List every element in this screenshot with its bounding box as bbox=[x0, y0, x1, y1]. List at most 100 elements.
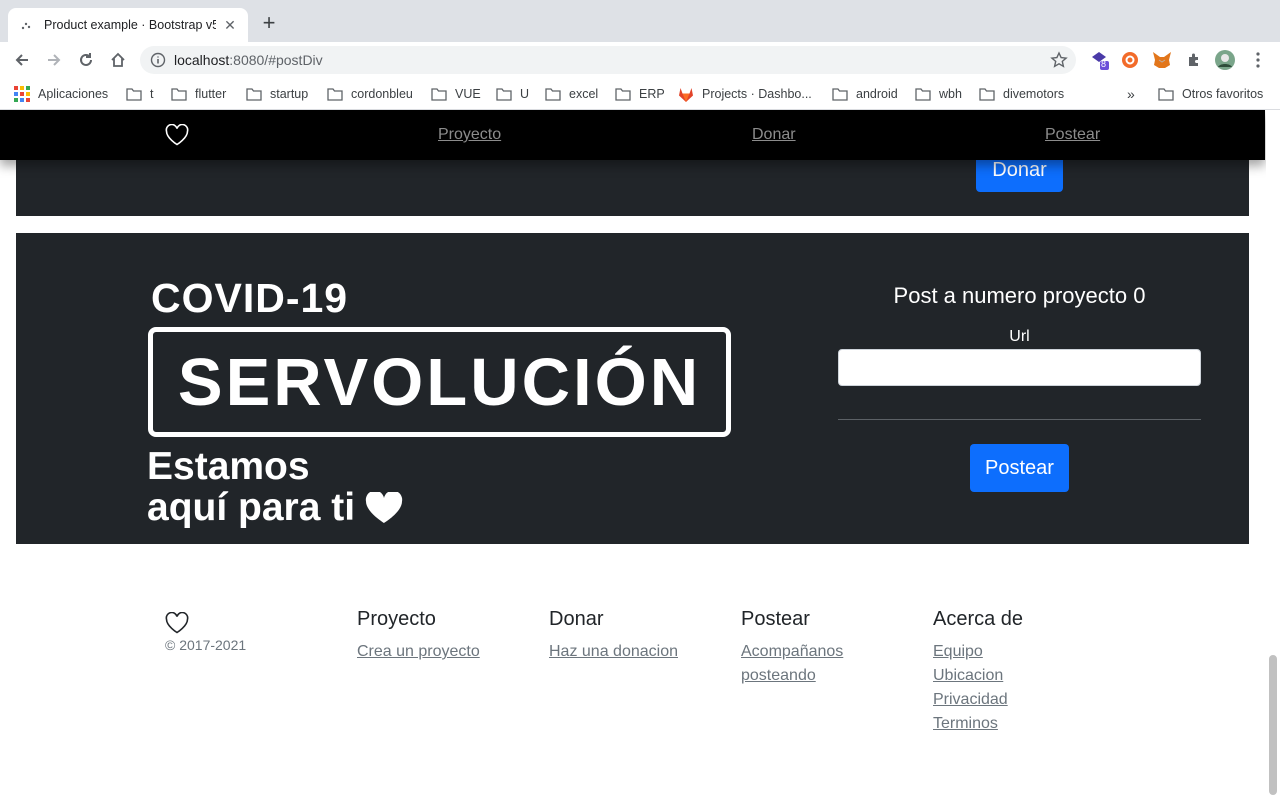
bookmark-label: cordonbleu bbox=[351, 87, 413, 101]
footer-column-donar: Donar Haz una donacion bbox=[549, 608, 678, 664]
bookmark-folder-t[interactable]: t bbox=[126, 85, 153, 103]
extension-badge-icon[interactable]: 8 bbox=[1089, 50, 1109, 70]
footer-column-title: Donar bbox=[549, 608, 604, 630]
extension-badge-count: 8 bbox=[1101, 59, 1107, 69]
bookmarks-overflow-button[interactable]: » bbox=[1127, 85, 1135, 103]
browser-toolbar: localhost:8080/#postDiv 8 bbox=[0, 42, 1280, 78]
site-info-icon[interactable] bbox=[150, 52, 166, 68]
home-button[interactable] bbox=[106, 48, 130, 72]
folder-icon bbox=[246, 87, 262, 101]
browser-menu-icon[interactable] bbox=[1248, 50, 1268, 70]
footer-link-haz-donacion[interactable]: Haz una donacion bbox=[549, 640, 678, 664]
bookmark-label: Projects · Dashbo... bbox=[702, 87, 812, 101]
folder-icon bbox=[615, 87, 631, 101]
heart-logo-icon[interactable] bbox=[165, 124, 189, 146]
reload-icon bbox=[80, 53, 92, 66]
profile-avatar[interactable] bbox=[1215, 50, 1235, 70]
bookmark-label: U bbox=[520, 87, 530, 101]
bookmarks-bar: Aplicaciones t flutter startup cordonble… bbox=[0, 78, 1280, 110]
folder-icon bbox=[496, 87, 512, 101]
footer-column-title: Proyecto bbox=[357, 608, 436, 630]
url-path: :8080/#postDiv bbox=[229, 52, 323, 68]
forward-button[interactable] bbox=[42, 48, 66, 72]
bookmark-folder-divemotors[interactable]: divemotors bbox=[979, 85, 1064, 103]
footer-link-privacidad[interactable]: Privacidad bbox=[933, 688, 1023, 712]
bookmark-label: ERP bbox=[639, 87, 665, 101]
url-input[interactable] bbox=[838, 349, 1201, 386]
bookmark-folder-startup[interactable]: startup bbox=[246, 85, 308, 103]
bookmark-label: startup bbox=[270, 87, 309, 101]
address-bar[interactable]: localhost:8080/#postDiv bbox=[140, 46, 1076, 74]
bookmark-folder-excel[interactable]: excel bbox=[545, 85, 598, 103]
folder-icon bbox=[545, 87, 561, 101]
extensions-puzzle-icon[interactable] bbox=[1184, 50, 1204, 70]
footer-link-equipo[interactable]: Equipo bbox=[933, 640, 1023, 664]
bookmark-label: Otros favoritos bbox=[1182, 87, 1264, 101]
home-icon bbox=[111, 52, 125, 67]
post-form: Post a numero proyecto 0 Url Postear bbox=[838, 233, 1201, 544]
bookmark-star-icon[interactable] bbox=[1050, 51, 1068, 69]
tab-title: Product example · Bootstrap v5 bbox=[44, 18, 216, 32]
folder-icon bbox=[327, 87, 343, 101]
postear-submit-button[interactable]: Postear bbox=[970, 444, 1069, 492]
apps-grid-icon bbox=[14, 86, 30, 102]
bookmark-folder-flutter[interactable]: flutter bbox=[171, 85, 226, 103]
bookmark-label: excel bbox=[569, 87, 599, 101]
url-host: localhost bbox=[174, 52, 230, 68]
forward-arrow-icon bbox=[48, 54, 61, 66]
bookmark-gitlab-projects[interactable]: Projects · Dashbo... bbox=[678, 85, 812, 103]
folder-icon bbox=[431, 87, 447, 101]
bookmark-label: android bbox=[856, 87, 898, 101]
banner-covid-heading: COVID-19 bbox=[151, 275, 349, 321]
bookmark-label: Aplicaciones bbox=[38, 87, 109, 101]
site-navbar: Proyecto Donar Postear bbox=[0, 110, 1265, 160]
bookmark-label: flutter bbox=[195, 87, 227, 101]
nav-link-postear[interactable]: Postear bbox=[1045, 126, 1100, 144]
footer-heart-icon bbox=[165, 612, 189, 634]
footer-link-crea-proyecto[interactable]: Crea un proyecto bbox=[357, 640, 480, 664]
folder-icon bbox=[979, 87, 995, 101]
bookmark-folder-cordonbleu[interactable]: cordonbleu bbox=[327, 85, 413, 103]
bookmark-folder-erp[interactable]: ERP bbox=[615, 85, 665, 103]
orange-extension-icon[interactable] bbox=[1120, 50, 1140, 70]
banner-servolucion-text: SERVOLUCIÓN bbox=[177, 344, 702, 420]
footer-link-terminos[interactable]: Terminos bbox=[933, 712, 1023, 736]
scrollbar-thumb[interactable] bbox=[1269, 655, 1277, 795]
back-button[interactable] bbox=[10, 48, 34, 72]
bookmark-folder-android[interactable]: android bbox=[832, 85, 898, 103]
bookmark-folder-vue[interactable]: VUE bbox=[431, 85, 481, 103]
folder-icon bbox=[915, 87, 931, 101]
back-arrow-icon bbox=[15, 54, 28, 66]
bookmark-folder-u[interactable]: U bbox=[496, 85, 529, 103]
bookmark-label: wbh bbox=[939, 87, 962, 101]
gitlab-icon bbox=[679, 87, 693, 102]
site-footer: © 2017-2021 Proyecto Crea un proyecto Do… bbox=[0, 590, 1265, 800]
banner-tagline: Estamos aquí para ti bbox=[147, 446, 403, 528]
bootstrap-favicon-icon bbox=[18, 17, 34, 33]
browser-tab[interactable]: Product example · Bootstrap v5 ✕ bbox=[8, 8, 248, 42]
folder-icon bbox=[126, 87, 142, 101]
banner-tagline-line1: Estamos bbox=[147, 445, 310, 488]
footer-link-ubicacion[interactable]: Ubicacion bbox=[933, 664, 1023, 688]
nav-link-proyecto[interactable]: Proyecto bbox=[438, 126, 501, 144]
nav-link-donar[interactable]: Donar bbox=[752, 126, 796, 144]
footer-column-postear: Postear Acompañanos posteando bbox=[741, 608, 843, 688]
metamask-fox-icon[interactable] bbox=[1152, 50, 1172, 70]
bookmark-folder-wbh[interactable]: wbh bbox=[915, 85, 962, 103]
page-scrollbar[interactable] bbox=[1266, 110, 1280, 800]
footer-link-posteando[interactable]: posteando bbox=[741, 664, 843, 688]
footer-column-title: Acerca de bbox=[933, 608, 1024, 630]
bookmark-other-favorites[interactable]: Otros favoritos bbox=[1158, 85, 1263, 103]
footer-column-acerca: Acerca de Equipo Ubicacion Privacidad Te… bbox=[933, 608, 1023, 736]
reload-button[interactable] bbox=[74, 48, 98, 72]
footer-link-acompananos[interactable]: Acompañanos bbox=[741, 640, 843, 664]
folder-icon bbox=[171, 87, 187, 101]
banner-tagline-line2: aquí para ti bbox=[147, 486, 356, 529]
bookmark-label: VUE bbox=[455, 87, 481, 101]
new-tab-button[interactable]: + bbox=[258, 12, 280, 35]
filled-heart-icon bbox=[365, 490, 403, 523]
close-tab-icon[interactable]: ✕ bbox=[222, 17, 238, 33]
post-form-title: Post a numero proyecto 0 bbox=[893, 283, 1146, 308]
bookmark-apps[interactable]: Aplicaciones bbox=[14, 85, 108, 103]
bookmark-label: divemotors bbox=[1003, 87, 1065, 101]
